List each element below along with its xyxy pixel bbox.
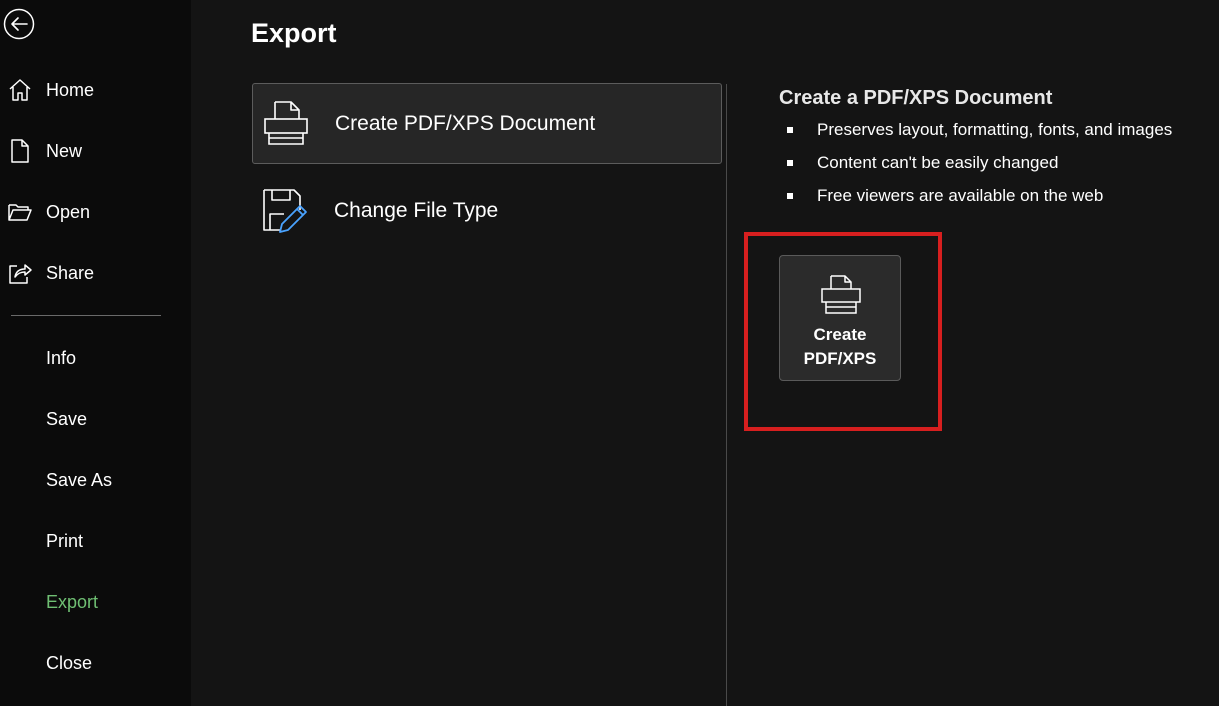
sidebar-item-new[interactable]: New (0, 131, 191, 171)
change-file-type-icon (263, 188, 307, 233)
page-title: Export (251, 18, 337, 48)
sidebar-item-print[interactable]: Print (0, 521, 191, 561)
bullet-text: Content can't be easily changed (817, 153, 1059, 172)
option-label: Change File Type (334, 198, 499, 222)
sidebar-item-label: Close (46, 652, 93, 673)
sidebar-item-label: Print (46, 530, 84, 551)
back-arrow-icon (3, 8, 35, 40)
create-button-line1: Create (813, 325, 867, 344)
sidebar-item-info[interactable]: Info (0, 338, 191, 378)
create-pdf-xps-button[interactable]: Create PDF/XPS (779, 255, 901, 381)
bullet-item: Content can't be easily changed (787, 153, 1058, 173)
pdf-document-icon (821, 275, 861, 314)
sidebar-item-label: Export (46, 591, 99, 612)
backstage-sidebar: Home New Open Share Info Save Save As Pr… (0, 0, 191, 706)
bullet-item: Preserves layout, formatting, fonts, and… (787, 120, 1172, 140)
share-icon (7, 260, 33, 286)
option-label: Create PDF/XPS Document (335, 111, 596, 135)
detail-title: Create a PDF/XPS Document (779, 87, 1053, 109)
bullet-square (787, 193, 793, 199)
bullet-text: Preserves layout, formatting, fonts, and… (817, 120, 1173, 139)
export-option-create-pdf-xps[interactable]: Create PDF/XPS Document (252, 83, 722, 164)
back-button[interactable] (3, 8, 35, 40)
create-button-line2: PDF/XPS (803, 349, 877, 368)
sidebar-item-label: Home (46, 79, 95, 100)
sidebar-item-label: Open (46, 201, 91, 222)
sidebar-item-label: Save As (46, 469, 113, 490)
bullet-item: Free viewers are available on the web (787, 186, 1103, 206)
sidebar-item-share[interactable]: Share (0, 253, 191, 293)
export-option-change-file-type[interactable]: Change File Type (252, 170, 722, 251)
bullet-square (787, 127, 793, 133)
sidebar-item-label: New (46, 140, 83, 161)
pdf-document-icon (264, 100, 308, 145)
create-button-label: Create PDF/XPS (780, 323, 900, 371)
sidebar-item-close[interactable]: Close (0, 643, 191, 683)
sidebar-item-save-as[interactable]: Save As (0, 460, 191, 500)
sidebar-item-export[interactable]: Export (0, 582, 191, 622)
bullet-square (787, 160, 793, 166)
sidebar-divider (11, 315, 161, 316)
sidebar-item-label: Save (46, 408, 88, 429)
sidebar-item-label: Share (46, 262, 95, 283)
open-folder-icon (7, 199, 33, 225)
panel-divider (726, 84, 727, 706)
backstage-view: Home New Open Share Info Save Save As Pr… (0, 0, 1219, 706)
sidebar-item-label: Info (46, 347, 77, 368)
sidebar-item-save[interactable]: Save (0, 399, 191, 439)
home-icon (7, 77, 33, 103)
new-document-icon (7, 138, 33, 164)
bullet-text: Free viewers are available on the web (817, 186, 1104, 205)
sidebar-item-open[interactable]: Open (0, 192, 191, 232)
sidebar-item-home[interactable]: Home (0, 70, 191, 110)
